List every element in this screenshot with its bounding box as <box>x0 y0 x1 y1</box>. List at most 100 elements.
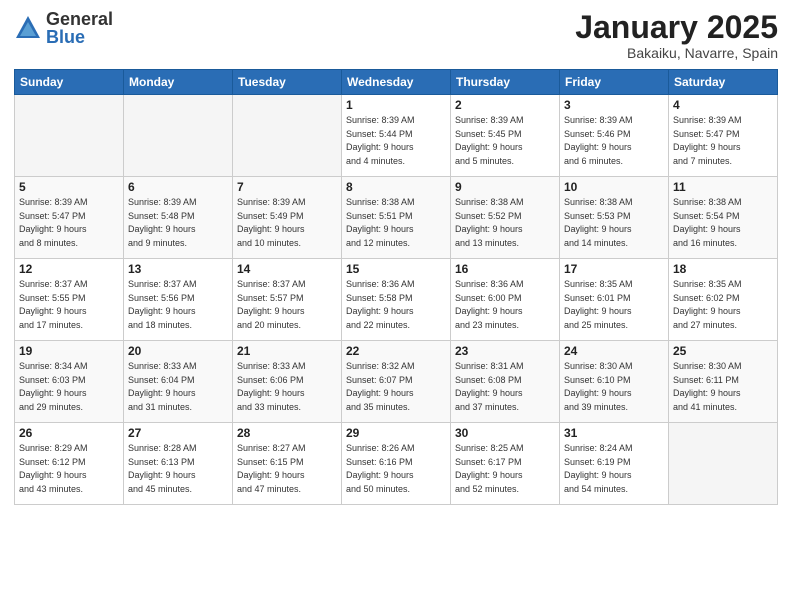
day-of-week-saturday: Saturday <box>669 70 778 95</box>
day-number: 21 <box>237 344 337 358</box>
day-cell: 17 Sunrise: 8:35 AMSunset: 6:01 PMDayligh… <box>560 259 669 341</box>
day-info: Sunrise: 8:39 AMSunset: 5:46 PMDaylight:… <box>564 114 664 168</box>
day-of-week-tuesday: Tuesday <box>233 70 342 95</box>
day-info: Sunrise: 8:30 AMSunset: 6:11 PMDaylight:… <box>673 360 773 414</box>
calendar-table: SundayMondayTuesdayWednesdayThursdayFrid… <box>14 69 778 505</box>
day-header-row: SundayMondayTuesdayWednesdayThursdayFrid… <box>15 70 778 95</box>
day-cell <box>233 95 342 177</box>
day-cell: 13 Sunrise: 8:37 AMSunset: 5:56 PMDayligh… <box>124 259 233 341</box>
day-info: Sunrise: 8:38 AMSunset: 5:53 PMDaylight:… <box>564 196 664 250</box>
day-cell: 15 Sunrise: 8:36 AMSunset: 5:58 PMDayligh… <box>342 259 451 341</box>
day-info: Sunrise: 8:25 AMSunset: 6:17 PMDaylight:… <box>455 442 555 496</box>
day-cell: 19 Sunrise: 8:34 AMSunset: 6:03 PMDayligh… <box>15 341 124 423</box>
day-cell: 28 Sunrise: 8:27 AMSunset: 6:15 PMDayligh… <box>233 423 342 505</box>
day-info: Sunrise: 8:26 AMSunset: 6:16 PMDaylight:… <box>346 442 446 496</box>
day-number: 26 <box>19 426 119 440</box>
day-cell: 16 Sunrise: 8:36 AMSunset: 6:00 PMDayligh… <box>451 259 560 341</box>
day-info: Sunrise: 8:35 AMSunset: 6:01 PMDaylight:… <box>564 278 664 332</box>
week-row-5: 26 Sunrise: 8:29 AMSunset: 6:12 PMDayligh… <box>15 423 778 505</box>
logo-text: General Blue <box>46 10 113 46</box>
day-number: 20 <box>128 344 228 358</box>
day-info: Sunrise: 8:39 AMSunset: 5:47 PMDaylight:… <box>19 196 119 250</box>
day-cell: 7Sunrise: 8:39 AMSunset: 5:49 PMDaylight… <box>233 177 342 259</box>
day-number: 6 <box>128 180 228 194</box>
day-number: 31 <box>564 426 664 440</box>
day-info: Sunrise: 8:34 AMSunset: 6:03 PMDaylight:… <box>19 360 119 414</box>
day-info: Sunrise: 8:37 AMSunset: 5:55 PMDaylight:… <box>19 278 119 332</box>
day-number: 16 <box>455 262 555 276</box>
day-number: 30 <box>455 426 555 440</box>
day-number: 3 <box>564 98 664 112</box>
day-number: 19 <box>19 344 119 358</box>
day-cell <box>15 95 124 177</box>
day-info: Sunrise: 8:36 AMSunset: 5:58 PMDaylight:… <box>346 278 446 332</box>
location: Bakaiku, Navarre, Spain <box>575 45 778 61</box>
day-cell: 10 Sunrise: 8:38 AMSunset: 5:53 PMDayligh… <box>560 177 669 259</box>
day-number: 2 <box>455 98 555 112</box>
calendar-page: General Blue January 2025 Bakaiku, Navar… <box>0 0 792 612</box>
day-cell: 23Sunrise: 8:31 AMSunset: 6:08 PMDayligh… <box>451 341 560 423</box>
day-info: Sunrise: 8:35 AMSunset: 6:02 PMDaylight:… <box>673 278 773 332</box>
day-info: Sunrise: 8:32 AMSunset: 6:07 PMDaylight:… <box>346 360 446 414</box>
day-info: Sunrise: 8:24 AMSunset: 6:19 PMDaylight:… <box>564 442 664 496</box>
day-info: Sunrise: 8:39 AMSunset: 5:45 PMDaylight:… <box>455 114 555 168</box>
day-number: 29 <box>346 426 446 440</box>
day-cell: 20 Sunrise: 8:33 AMSunset: 6:04 PMDayligh… <box>124 341 233 423</box>
logo-icon <box>14 14 42 42</box>
day-number: 28 <box>237 426 337 440</box>
day-info: Sunrise: 8:36 AMSunset: 6:00 PMDaylight:… <box>455 278 555 332</box>
day-cell: 24Sunrise: 8:30 AMSunset: 6:10 PMDayligh… <box>560 341 669 423</box>
day-cell <box>669 423 778 505</box>
day-cell: 12 Sunrise: 8:37 AMSunset: 5:55 PMDayligh… <box>15 259 124 341</box>
day-cell: 29 Sunrise: 8:26 AMSunset: 6:16 PMDayligh… <box>342 423 451 505</box>
day-cell: 11 Sunrise: 8:38 AMSunset: 5:54 PMDayligh… <box>669 177 778 259</box>
day-number: 27 <box>128 426 228 440</box>
day-number: 25 <box>673 344 773 358</box>
day-cell: 25 Sunrise: 8:30 AMSunset: 6:11 PMDayligh… <box>669 341 778 423</box>
day-info: Sunrise: 8:39 AMSunset: 5:44 PMDaylight:… <box>346 114 446 168</box>
day-cell <box>124 95 233 177</box>
title-block: January 2025 Bakaiku, Navarre, Spain <box>575 10 778 61</box>
day-info: Sunrise: 8:37 AMSunset: 5:56 PMDaylight:… <box>128 278 228 332</box>
day-number: 15 <box>346 262 446 276</box>
logo-blue-text: Blue <box>46 28 113 46</box>
day-info: Sunrise: 8:38 AMSunset: 5:54 PMDaylight:… <box>673 196 773 250</box>
day-cell: 18 Sunrise: 8:35 AMSunset: 6:02 PMDayligh… <box>669 259 778 341</box>
day-cell: 21Sunrise: 8:33 AMSunset: 6:06 PMDayligh… <box>233 341 342 423</box>
day-info: Sunrise: 8:28 AMSunset: 6:13 PMDaylight:… <box>128 442 228 496</box>
day-number: 12 <box>19 262 119 276</box>
day-number: 1 <box>346 98 446 112</box>
day-number: 5 <box>19 180 119 194</box>
day-cell: 26 Sunrise: 8:29 AMSunset: 6:12 PMDayligh… <box>15 423 124 505</box>
logo-general-text: General <box>46 10 113 28</box>
day-info: Sunrise: 8:33 AMSunset: 6:04 PMDaylight:… <box>128 360 228 414</box>
day-info: Sunrise: 8:29 AMSunset: 6:12 PMDaylight:… <box>19 442 119 496</box>
day-number: 23 <box>455 344 555 358</box>
day-cell: 2 Sunrise: 8:39 AMSunset: 5:45 PMDaylight… <box>451 95 560 177</box>
day-of-week-sunday: Sunday <box>15 70 124 95</box>
week-row-2: 5 Sunrise: 8:39 AMSunset: 5:47 PMDaylight… <box>15 177 778 259</box>
week-row-4: 19 Sunrise: 8:34 AMSunset: 6:03 PMDayligh… <box>15 341 778 423</box>
day-info: Sunrise: 8:38 AMSunset: 5:52 PMDaylight:… <box>455 196 555 250</box>
day-number: 17 <box>564 262 664 276</box>
day-number: 10 <box>564 180 664 194</box>
day-of-week-wednesday: Wednesday <box>342 70 451 95</box>
day-cell: 5 Sunrise: 8:39 AMSunset: 5:47 PMDaylight… <box>15 177 124 259</box>
day-number: 7 <box>237 180 337 194</box>
day-number: 18 <box>673 262 773 276</box>
day-info: Sunrise: 8:27 AMSunset: 6:15 PMDaylight:… <box>237 442 337 496</box>
day-of-week-friday: Friday <box>560 70 669 95</box>
day-cell: 9Sunrise: 8:38 AMSunset: 5:52 PMDaylight… <box>451 177 560 259</box>
day-number: 11 <box>673 180 773 194</box>
day-cell: 6 Sunrise: 8:39 AMSunset: 5:48 PMDaylight… <box>124 177 233 259</box>
day-cell: 27 Sunrise: 8:28 AMSunset: 6:13 PMDayligh… <box>124 423 233 505</box>
day-number: 13 <box>128 262 228 276</box>
month-title: January 2025 <box>575 10 778 45</box>
day-info: Sunrise: 8:30 AMSunset: 6:10 PMDaylight:… <box>564 360 664 414</box>
day-cell: 4Sunrise: 8:39 AMSunset: 5:47 PMDaylight… <box>669 95 778 177</box>
day-number: 4 <box>673 98 773 112</box>
day-info: Sunrise: 8:39 AMSunset: 5:48 PMDaylight:… <box>128 196 228 250</box>
header: General Blue January 2025 Bakaiku, Navar… <box>14 10 778 61</box>
logo: General Blue <box>14 10 113 46</box>
day-cell: 14Sunrise: 8:37 AMSunset: 5:57 PMDayligh… <box>233 259 342 341</box>
